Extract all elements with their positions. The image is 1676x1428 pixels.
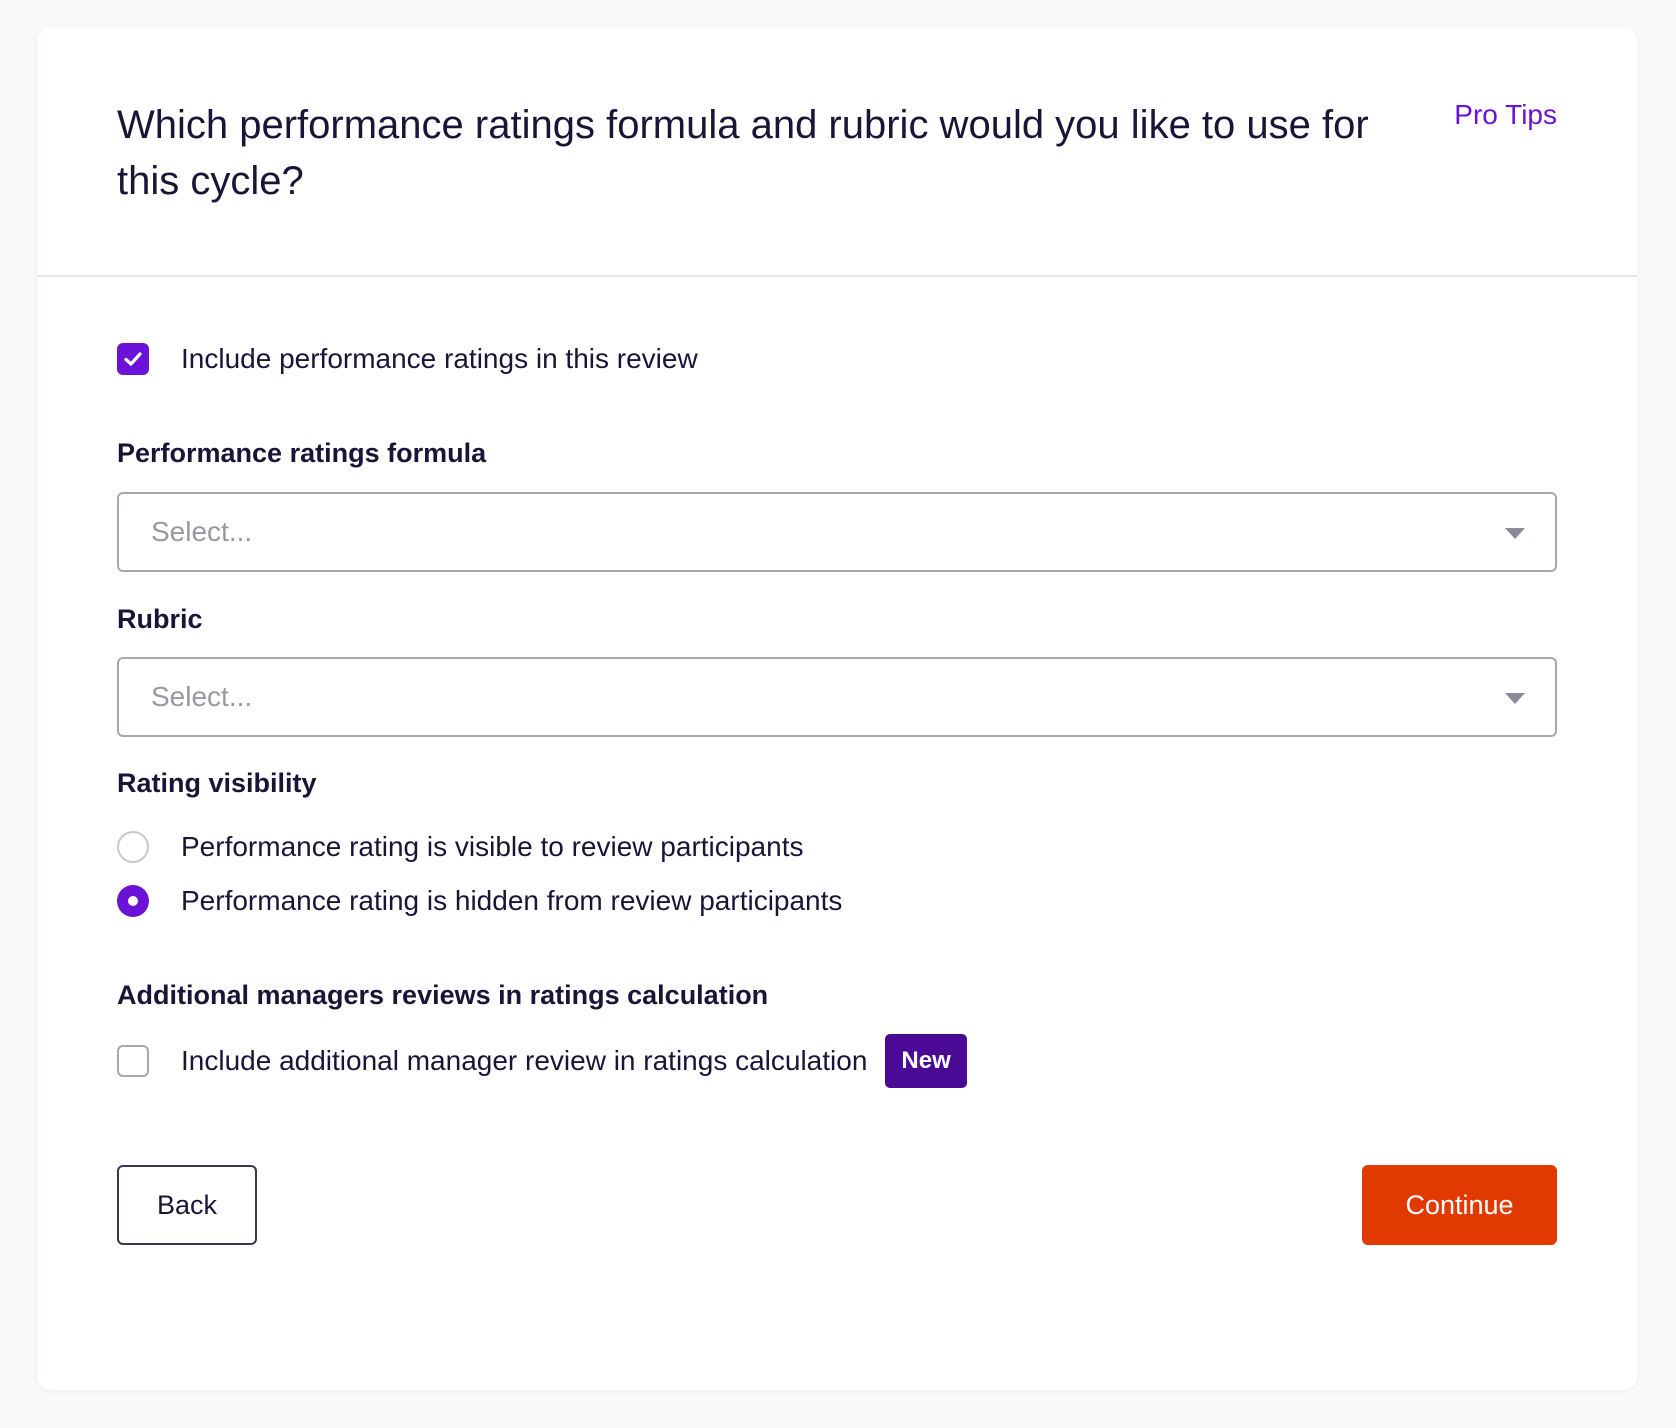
formula-label: Performance ratings formula	[117, 438, 487, 468]
checkmark-icon	[124, 352, 142, 366]
visibility-option-hidden[interactable]: Performance rating is hidden from review…	[117, 885, 842, 917]
page-title: Which performance ratings formula and ru…	[117, 103, 1369, 203]
formula-select[interactable]: Select...	[117, 492, 1557, 572]
visibility-radio-hidden[interactable]	[117, 885, 149, 917]
include-ratings-row[interactable]: Include performance ratings in this revi…	[117, 343, 698, 375]
visibility-label: Rating visibility	[117, 768, 317, 798]
formula-select-placeholder: Select...	[151, 516, 253, 547]
back-button[interactable]: Back	[117, 1165, 257, 1245]
additional-managers-row[interactable]: Include additional manager review in rat…	[117, 1034, 967, 1088]
additional-managers-label: Additional managers reviews in ratings c…	[117, 980, 769, 1010]
continue-button[interactable]: Continue	[1362, 1165, 1557, 1245]
additional-managers-checkbox-label: Include additional manager review in rat…	[181, 1045, 868, 1076]
rubric-select-placeholder: Select...	[151, 681, 253, 712]
rubric-select[interactable]: Select...	[117, 657, 1557, 737]
card-header: Which performance ratings formula and ru…	[37, 27, 1637, 277]
new-badge: New	[885, 1034, 967, 1088]
chevron-down-icon	[1505, 693, 1525, 704]
visibility-option-label: Performance rating is hidden from review…	[181, 885, 843, 916]
include-ratings-label: Include performance ratings in this revi…	[181, 343, 698, 374]
visibility-radio-visible[interactable]	[117, 831, 149, 863]
visibility-option-label: Performance rating is visible to review …	[181, 831, 804, 862]
setup-card: Which performance ratings formula and ru…	[37, 27, 1637, 1390]
rubric-label: Rubric	[117, 604, 203, 634]
pro-tips-link[interactable]: Pro Tips	[1454, 99, 1557, 131]
visibility-option-visible[interactable]: Performance rating is visible to review …	[117, 831, 803, 863]
additional-managers-checkbox[interactable]	[117, 1045, 149, 1077]
include-ratings-checkbox[interactable]	[117, 343, 149, 375]
chevron-down-icon	[1505, 528, 1525, 539]
